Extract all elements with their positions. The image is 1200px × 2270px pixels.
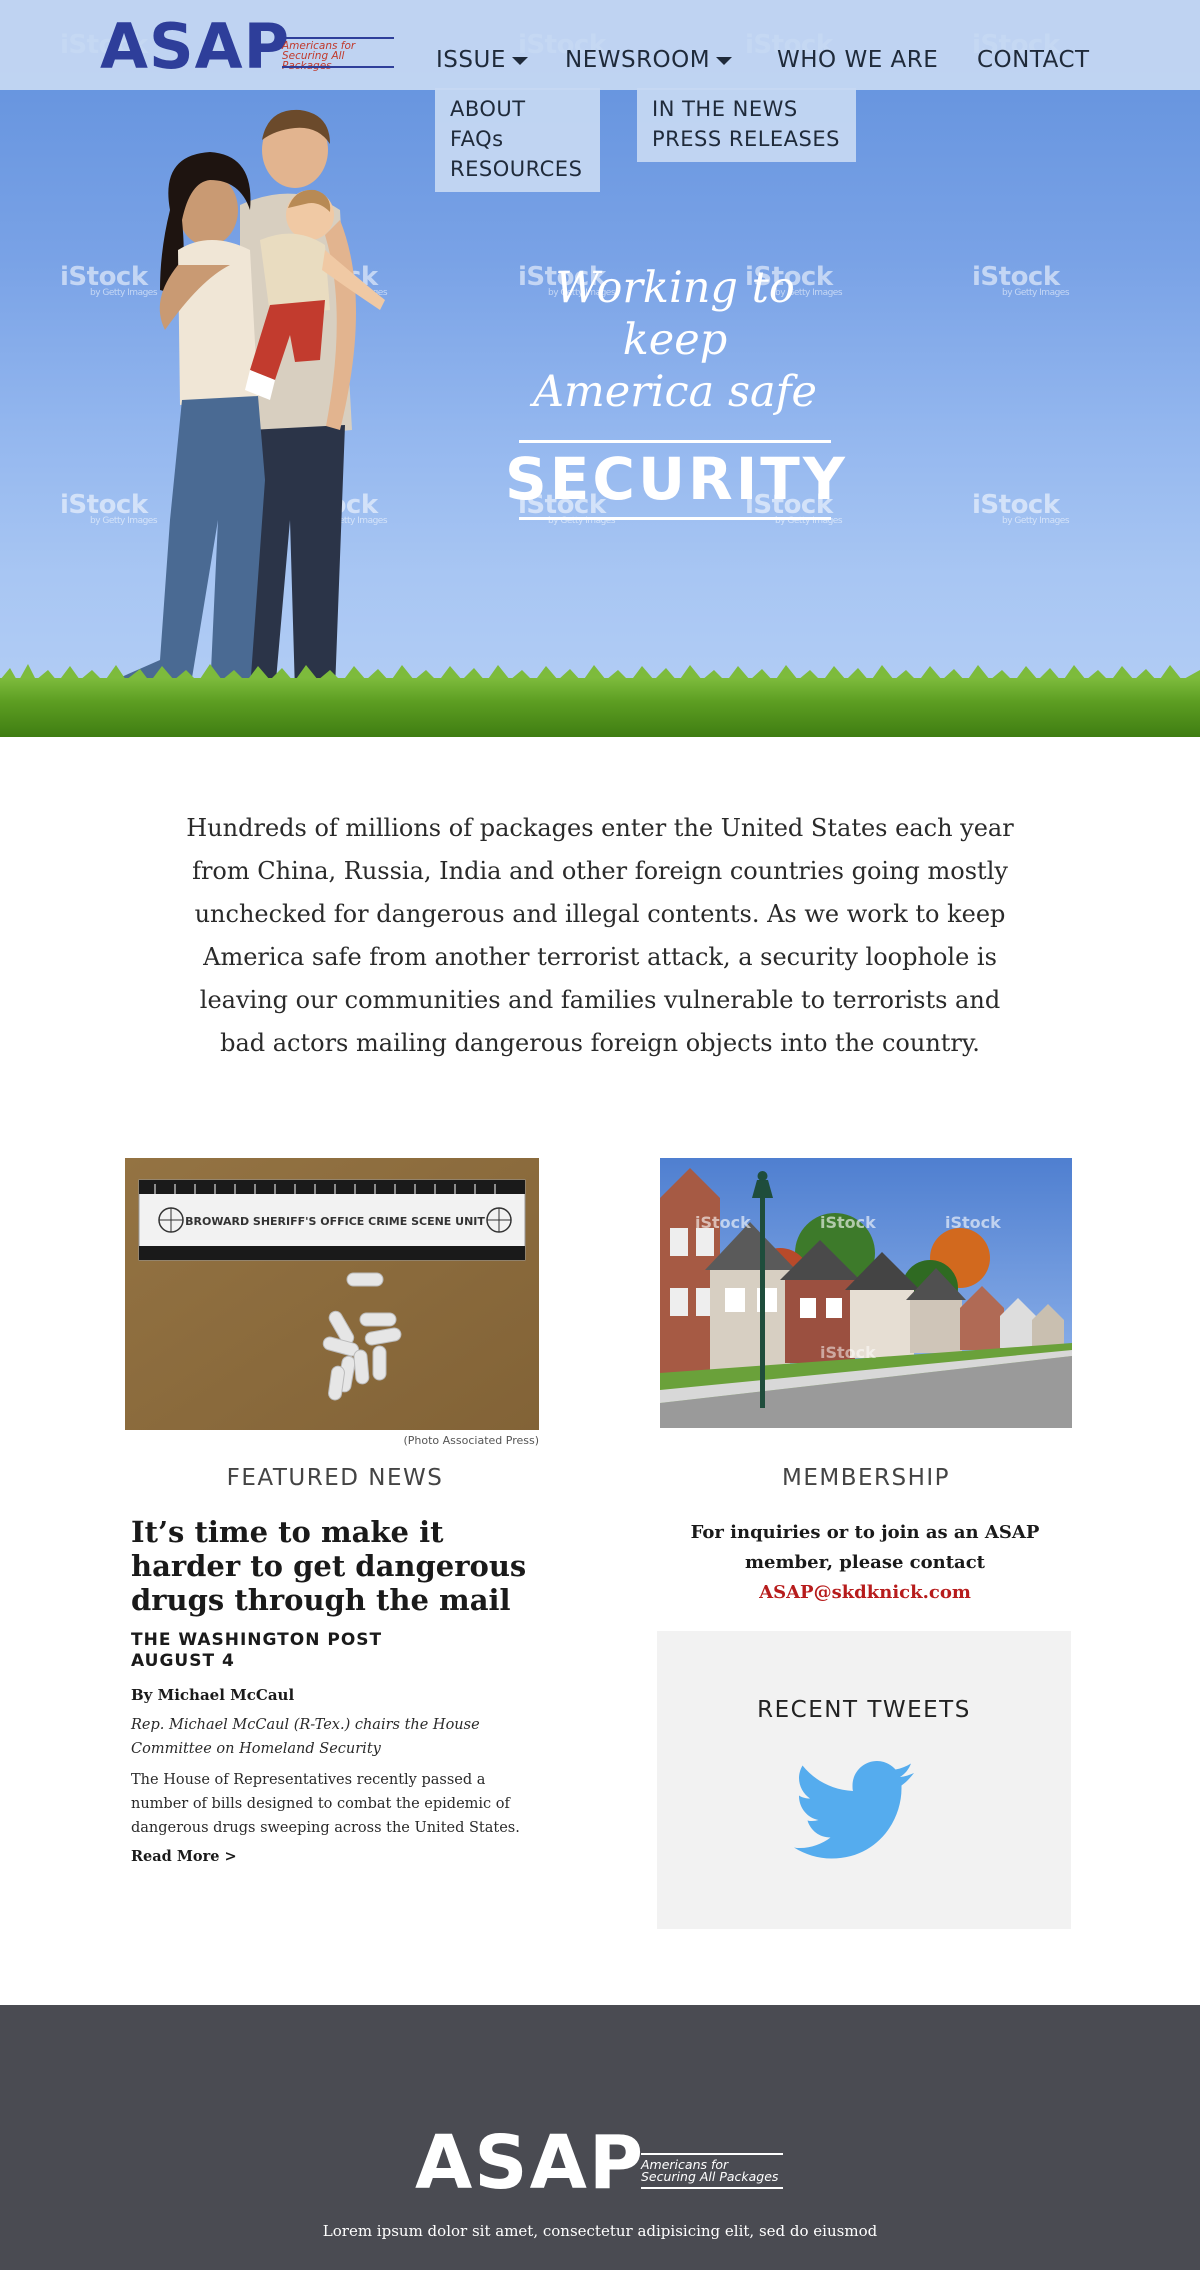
nav-newsroom[interactable]: NEWSROOM	[565, 47, 733, 73]
news-article-title[interactable]: It’s time to make it harder to get dange…	[131, 1515, 531, 1617]
footer-logo-wordmark: ASAP	[415, 2120, 646, 2206]
news-author-role: Rep. Michael McCaul (R-Tex.) chairs the …	[131, 1717, 480, 1757]
nav-issue[interactable]: ISSUE	[436, 47, 528, 73]
top-navbar: ASAP Americans for Securing All Packages…	[0, 0, 1200, 90]
menu-item-resources[interactable]: RESOURCES	[450, 154, 585, 184]
watermark: iStock	[820, 1213, 876, 1232]
membership-photo: iStock iStock iStock iStock	[660, 1158, 1072, 1428]
logo-rule	[282, 66, 394, 68]
logo-wordmark: ASAP	[100, 10, 291, 83]
news-byline: By Michael McCaul	[131, 1686, 295, 1704]
hero-keyword: SECURITY	[505, 445, 848, 513]
intro-paragraph: Hundreds of millions of packages enter t…	[186, 814, 1014, 1057]
grass	[0, 678, 1200, 737]
site-logo[interactable]: ASAP Americans for Securing All Packages	[100, 14, 400, 80]
menu-item-in-the-news[interactable]: IN THE NEWS	[652, 94, 841, 124]
site-footer: ASAP Americans for Securing All Packages…	[0, 2005, 1200, 2270]
logo-rule	[282, 37, 394, 39]
menu-item-faqs[interactable]: FAQs	[450, 124, 585, 154]
membership-text: For inquiries or to join as an ASAP memb…	[690, 1522, 1040, 1603]
menu-item-about[interactable]: ABOUT	[450, 94, 585, 124]
logo-rule	[641, 2187, 783, 2189]
caret-down-icon	[716, 56, 733, 65]
twitter-bird-icon[interactable]	[794, 1761, 914, 1861]
hero-divider	[519, 517, 831, 520]
footer-logo[interactable]: ASAP Americans for Securing All Packages	[415, 2120, 785, 2206]
news-excerpt: The House of Representatives recently pa…	[131, 1772, 520, 1836]
issue-dropdown-menu: ABOUT FAQs RESOURCES	[435, 88, 600, 192]
featured-news-photo: BROWARD SHERIFF'S OFFICE CRIME SCENE UNI…	[125, 1158, 539, 1430]
hero-text: Working to keep America safe SECURITY	[505, 262, 845, 520]
hero-tagline: Working to keep America safe	[532, 263, 818, 417]
family-photo	[108, 109, 385, 698]
photo-credit: (Photo Associated Press)	[403, 1434, 539, 1447]
nav-contact[interactable]: CONTACT	[977, 47, 1090, 73]
recent-tweets-panel: RECENT TWEETS	[657, 1631, 1071, 1929]
menu-item-press-releases[interactable]: PRESS RELEASES	[652, 124, 841, 154]
watermark: iStock	[945, 1213, 1001, 1232]
watermark: iStock	[820, 1343, 876, 1362]
watermark: iStock	[695, 1213, 751, 1232]
newsroom-dropdown-menu: IN THE NEWS PRESS RELEASES	[637, 88, 856, 162]
featured-news-heading: FEATURED NEWS	[226, 1465, 444, 1491]
photo-ruler-label: BROWARD SHERIFF'S OFFICE CRIME SCENE UNI…	[185, 1215, 485, 1228]
membership-heading: MEMBERSHIP	[781, 1465, 951, 1491]
membership-email-link[interactable]: ASAP@skdknick.com	[759, 1582, 971, 1603]
watermark: iStockby Getty Images	[972, 262, 1070, 298]
nav-who-we-are[interactable]: WHO WE ARE	[777, 47, 938, 73]
caret-down-icon	[511, 56, 528, 65]
read-more-link[interactable]: Read More >	[131, 1848, 237, 1865]
recent-tweets-heading: RECENT TWEETS	[757, 1697, 971, 1723]
hero-banner: iStock iStock iStock iStock iStockby Get…	[0, 0, 1200, 737]
footer-logo-tagline: Americans for Securing All Packages	[641, 2157, 779, 2184]
logo-rule	[641, 2153, 783, 2155]
news-source: THE WASHINGTON POST AUGUST 4	[131, 1630, 383, 1671]
footer-text: Lorem ipsum dolor sit amet, consectetur …	[322, 2222, 878, 2240]
watermark: iStockby Getty Images	[972, 490, 1070, 526]
